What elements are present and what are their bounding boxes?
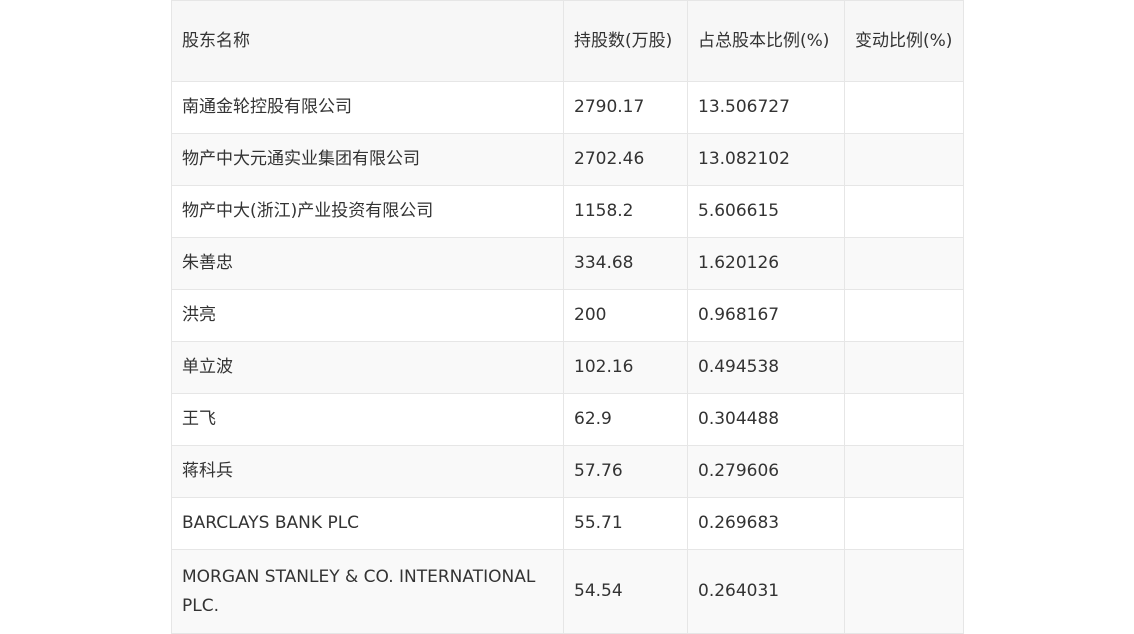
table-row: 物产中大(浙江)产业投资有限公司 1158.2 5.606615 xyxy=(171,185,964,238)
header-shareholder-name: 股东名称 xyxy=(171,0,564,82)
shareholder-table: 股东名称 持股数(万股) 占总股本比例(%) 变动比例(%) 南通金轮控股有限公… xyxy=(171,0,964,634)
table-row: MORGAN STANLEY & CO. INTERNATIONAL PLC. … xyxy=(171,549,964,634)
cell-change xyxy=(844,497,964,550)
cell-change xyxy=(844,289,964,342)
table-row: 单立波 102.16 0.494538 xyxy=(171,341,964,394)
shareholder-table-container: 股东名称 持股数(万股) 占总股本比例(%) 变动比例(%) 南通金轮控股有限公… xyxy=(171,0,964,634)
cell-shares: 54.54 xyxy=(563,549,688,634)
cell-shares: 200 xyxy=(563,289,688,342)
cell-ratio: 5.606615 xyxy=(687,185,845,238)
cell-ratio: 0.304488 xyxy=(687,393,845,446)
table-body: 南通金轮控股有限公司 2790.17 13.506727 物产中大元通实业集团有… xyxy=(171,81,964,634)
header-shares: 持股数(万股) xyxy=(563,0,688,82)
header-row: 股东名称 持股数(万股) 占总股本比例(%) 变动比例(%) xyxy=(171,0,964,82)
cell-change xyxy=(844,185,964,238)
table-row: BARCLAYS BANK PLC 55.71 0.269683 xyxy=(171,497,964,550)
header-ratio: 占总股本比例(%) xyxy=(687,0,845,82)
table-row: 王飞 62.9 0.304488 xyxy=(171,393,964,446)
cell-shares: 102.16 xyxy=(563,341,688,394)
cell-change xyxy=(844,237,964,290)
table-row: 物产中大元通实业集团有限公司 2702.46 13.082102 xyxy=(171,133,964,186)
cell-shares: 1158.2 xyxy=(563,185,688,238)
cell-ratio: 0.968167 xyxy=(687,289,845,342)
cell-ratio: 0.264031 xyxy=(687,549,845,634)
cell-change xyxy=(844,133,964,186)
cell-change xyxy=(844,549,964,634)
cell-shares: 2790.17 xyxy=(563,81,688,134)
cell-ratio: 0.279606 xyxy=(687,445,845,498)
cell-name: 南通金轮控股有限公司 xyxy=(171,81,564,134)
cell-ratio: 13.082102 xyxy=(687,133,845,186)
table-row: 洪亮 200 0.968167 xyxy=(171,289,964,342)
cell-name: 单立波 xyxy=(171,341,564,394)
cell-ratio: 13.506727 xyxy=(687,81,845,134)
table-header: 股东名称 持股数(万股) 占总股本比例(%) 变动比例(%) xyxy=(171,0,964,82)
cell-shares: 62.9 xyxy=(563,393,688,446)
cell-name: BARCLAYS BANK PLC xyxy=(171,497,564,550)
cell-ratio: 1.620126 xyxy=(687,237,845,290)
cell-ratio: 0.494538 xyxy=(687,341,845,394)
cell-name: 物产中大元通实业集团有限公司 xyxy=(171,133,564,186)
cell-name: 物产中大(浙江)产业投资有限公司 xyxy=(171,185,564,238)
cell-name: 蒋科兵 xyxy=(171,445,564,498)
cell-change xyxy=(844,393,964,446)
cell-name: 王飞 xyxy=(171,393,564,446)
cell-ratio: 0.269683 xyxy=(687,497,845,550)
cell-shares: 55.71 xyxy=(563,497,688,550)
table-row: 蒋科兵 57.76 0.279606 xyxy=(171,445,964,498)
cell-name: 朱善忠 xyxy=(171,237,564,290)
header-change: 变动比例(%) xyxy=(844,0,964,82)
table-row: 朱善忠 334.68 1.620126 xyxy=(171,237,964,290)
cell-change xyxy=(844,341,964,394)
cell-name: MORGAN STANLEY & CO. INTERNATIONAL PLC. xyxy=(171,549,564,634)
cell-change xyxy=(844,81,964,134)
table-row: 南通金轮控股有限公司 2790.17 13.506727 xyxy=(171,81,964,134)
cell-change xyxy=(844,445,964,498)
cell-shares: 57.76 xyxy=(563,445,688,498)
cell-name: 洪亮 xyxy=(171,289,564,342)
cell-shares: 2702.46 xyxy=(563,133,688,186)
cell-shares: 334.68 xyxy=(563,237,688,290)
